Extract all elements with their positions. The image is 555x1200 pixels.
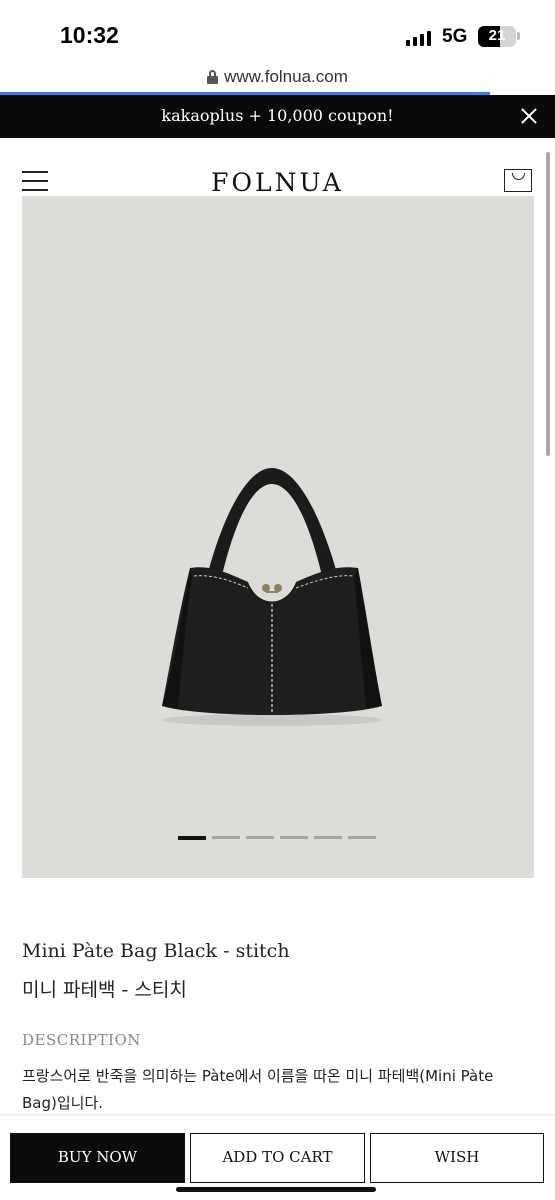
buy-now-button[interactable]: BUY NOW — [10, 1133, 185, 1183]
gallery-dot[interactable] — [178, 836, 206, 840]
promo-text[interactable]: kakaoplus + 10,000 coupon! — [0, 106, 555, 125]
status-bar: 10:32 5G 21 — [0, 0, 555, 62]
home-indicator — [176, 1187, 376, 1192]
battery-tip — [517, 32, 520, 40]
network-label: 5G — [442, 26, 468, 47]
lock-icon — [207, 70, 219, 84]
site-logo[interactable]: FOLNUA — [0, 168, 555, 197]
scrollbar[interactable] — [546, 152, 550, 456]
handbag-illustration — [162, 468, 382, 726]
battery-percent: 21 — [488, 27, 506, 44]
product-title-en: Mini Pàte Bag Black - stitch — [22, 940, 290, 962]
status-time: 10:32 — [60, 22, 119, 48]
gallery-dot[interactable] — [246, 836, 274, 839]
promo-banner[interactable]: kakaoplus + 10,000 coupon! — [0, 95, 555, 138]
product-title-ko: 미니 파테백 - 스티치 — [22, 979, 187, 1001]
close-icon[interactable] — [519, 106, 539, 126]
gallery-pagination — [178, 836, 376, 840]
signal-icon — [406, 30, 432, 46]
battery-icon: 21 — [478, 26, 516, 47]
gallery-dot[interactable] — [212, 836, 240, 839]
site-header: FOLNUA — [0, 138, 555, 197]
gallery-dot[interactable] — [348, 836, 376, 839]
description-label: DESCRIPTION — [22, 1031, 141, 1049]
url-text[interactable]: www.folnua.com — [224, 67, 348, 87]
wish-button[interactable]: WISH — [370, 1133, 544, 1183]
product-image[interactable] — [22, 196, 534, 878]
address-bar[interactable]: www.folnua.com — [0, 62, 555, 94]
gallery-dot[interactable] — [314, 836, 342, 839]
gallery-dot[interactable] — [280, 836, 308, 839]
shopping-bag-icon[interactable] — [504, 169, 532, 192]
add-to-cart-button[interactable]: ADD TO CART — [190, 1133, 365, 1183]
description-text: 프랑스어로 반죽을 의미하는 Pàte에서 이름을 따온 미니 파테백(Mini… — [22, 1067, 494, 1112]
